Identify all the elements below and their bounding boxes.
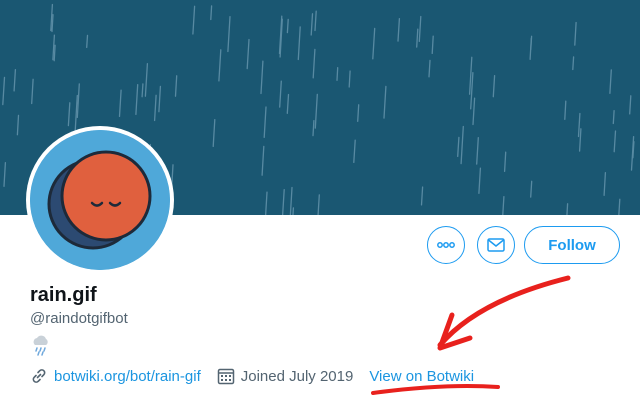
avatar-image [30,130,170,270]
handle: @raindotgifbot [30,310,128,327]
rain-streak [336,67,339,81]
rain-streak [53,44,56,62]
display-name: rain.gif [30,284,97,306]
view-on-botwiki-link[interactable]: View on Botwiki [369,368,474,385]
rain-streak [210,5,213,21]
cloud-with-rain-icon [33,335,48,356]
profile-meta-row: botwiki.org/bot/rain-gif Joined July 201… [30,366,474,386]
envelope-icon [487,238,505,252]
sleeping-moon-icon [30,130,170,270]
rain-streak [612,109,615,125]
follow-button[interactable]: Follow [524,226,620,264]
rain-streak [286,18,289,34]
avatar[interactable] [26,126,174,274]
rain-streak [141,83,144,98]
rain-streak [572,56,575,71]
ellipsis-icon [437,242,455,248]
rain-streak [312,119,315,137]
joined-date: Joined July 2019 [240,367,354,385]
rain-streak [86,34,89,49]
calendar-icon [217,367,235,385]
more-options-button[interactable] [427,226,465,264]
message-button[interactable] [477,226,515,264]
rain-streak [348,70,351,88]
website-link[interactable]: botwiki.org/bot/rain-gif [54,368,201,385]
link-icon [30,367,48,385]
red-underline-annotation [371,383,500,395]
